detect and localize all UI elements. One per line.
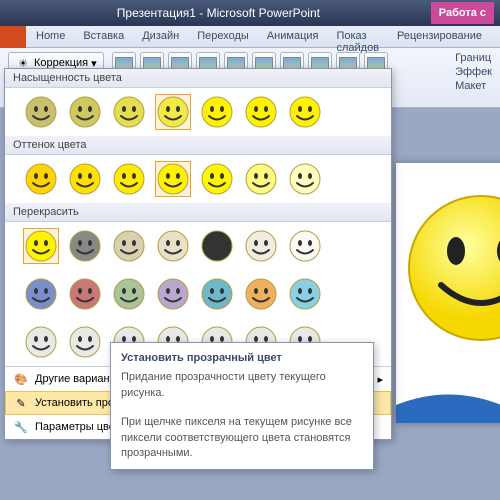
tab-home[interactable]: Home bbox=[28, 26, 73, 47]
color-swatch[interactable] bbox=[111, 94, 147, 130]
color-swatch[interactable] bbox=[67, 276, 103, 312]
tab-view[interactable]: Вид bbox=[492, 26, 500, 47]
contextual-tab[interactable]: Работа с bbox=[431, 2, 494, 24]
color-swatch[interactable] bbox=[111, 161, 147, 197]
tone-row bbox=[5, 155, 391, 203]
recolor-header: Перекрасить bbox=[5, 203, 391, 222]
color-swatch[interactable] bbox=[111, 276, 147, 312]
tab-insert[interactable]: Вставка bbox=[75, 26, 132, 47]
slide-wave-decoration bbox=[396, 385, 500, 423]
color-swatch[interactable] bbox=[199, 276, 235, 312]
tone-header: Оттенок цвета bbox=[5, 136, 391, 155]
color-swatch[interactable] bbox=[23, 228, 59, 264]
border-option[interactable]: Границ bbox=[455, 52, 492, 64]
color-swatch[interactable] bbox=[155, 161, 191, 197]
tab-review[interactable]: Рецензирование bbox=[389, 26, 490, 47]
color-swatch[interactable] bbox=[243, 228, 279, 264]
color-swatch[interactable] bbox=[67, 324, 103, 360]
color-swatch[interactable] bbox=[67, 161, 103, 197]
ribbon-tabs: Home Вставка Дизайн Переходы Анимация По… bbox=[0, 26, 500, 48]
file-button[interactable] bbox=[0, 26, 26, 48]
tooltip-title: Установить прозрачный цвет bbox=[121, 351, 363, 366]
titlebar: Презентация1 - Microsoft PowerPoint Рабо… bbox=[0, 0, 500, 26]
color-swatch[interactable] bbox=[23, 276, 59, 312]
tooltip: Установить прозрачный цвет Придание проз… bbox=[110, 342, 374, 470]
recolor-row bbox=[5, 222, 391, 270]
color-swatch[interactable] bbox=[287, 161, 323, 197]
color-swatch[interactable] bbox=[67, 94, 103, 130]
saturation-header: Насыщенность цвета bbox=[5, 69, 391, 88]
color-swatch[interactable] bbox=[243, 276, 279, 312]
color-swatch[interactable] bbox=[199, 161, 235, 197]
color-swatch[interactable] bbox=[111, 228, 147, 264]
wrench-icon: 🔧 bbox=[13, 419, 29, 435]
layout-option[interactable]: Макет bbox=[455, 80, 492, 92]
tooltip-body: Придание прозрачности цвету текущего рис… bbox=[121, 370, 363, 461]
color-swatch[interactable] bbox=[287, 276, 323, 312]
color-swatch[interactable] bbox=[199, 94, 235, 130]
smiley-image[interactable] bbox=[406, 193, 500, 343]
color-params-label: Параметры цве bbox=[35, 421, 115, 433]
pencil-icon: ✎ bbox=[13, 395, 29, 411]
tab-animation[interactable]: Анимация bbox=[259, 26, 327, 47]
color-swatch[interactable] bbox=[243, 161, 279, 197]
color-swatch[interactable] bbox=[287, 94, 323, 130]
color-swatch[interactable] bbox=[243, 94, 279, 130]
color-swatch[interactable] bbox=[199, 228, 235, 264]
recolor-row bbox=[5, 270, 391, 318]
color-swatch[interactable] bbox=[155, 228, 191, 264]
color-swatch[interactable] bbox=[67, 228, 103, 264]
color-swatch[interactable] bbox=[23, 94, 59, 130]
tab-transitions[interactable]: Переходы bbox=[189, 26, 257, 47]
palette-icon: 🎨 bbox=[13, 371, 29, 387]
tab-design[interactable]: Дизайн bbox=[134, 26, 187, 47]
color-swatch[interactable] bbox=[23, 324, 59, 360]
color-swatch[interactable] bbox=[155, 94, 191, 130]
chevron-right-icon: ▸ bbox=[377, 373, 383, 386]
app-title: Презентация1 - Microsoft PowerPoint bbox=[6, 6, 431, 20]
effects-option[interactable]: Эффек bbox=[455, 66, 492, 78]
color-swatch[interactable] bbox=[23, 161, 59, 197]
color-swatch[interactable] bbox=[287, 228, 323, 264]
slide[interactable] bbox=[396, 163, 500, 423]
tab-slideshow[interactable]: Показ слайдов bbox=[328, 26, 387, 47]
color-swatch[interactable] bbox=[155, 276, 191, 312]
saturation-row bbox=[5, 88, 391, 136]
picture-options: Границ Эффек Макет bbox=[455, 52, 492, 103]
